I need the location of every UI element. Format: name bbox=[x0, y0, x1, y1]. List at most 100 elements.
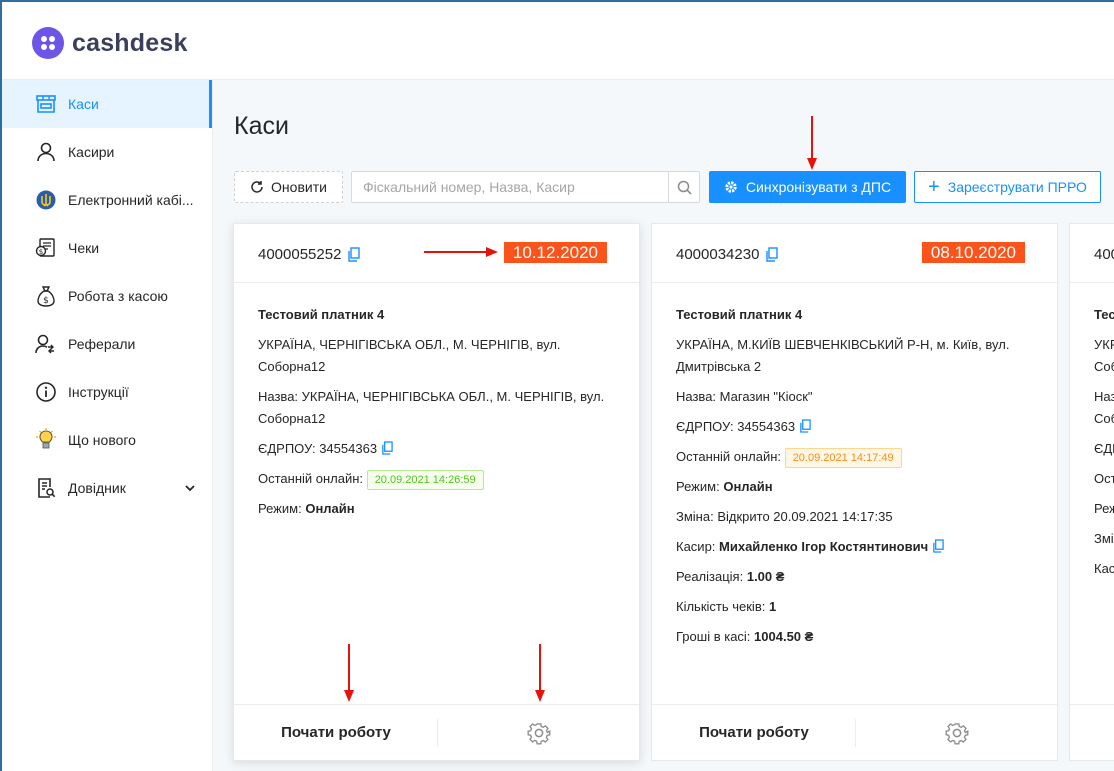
copy-icon[interactable] bbox=[347, 247, 361, 262]
mode-label: Режим: bbox=[258, 501, 302, 516]
cashier-label: Касир: bbox=[676, 539, 716, 554]
sidebar-item-referrals[interactable]: Реферали bbox=[2, 320, 212, 368]
search-input[interactable] bbox=[352, 172, 668, 202]
sidebar-item-cash-registers[interactable]: Каси bbox=[2, 80, 212, 128]
copy-icon[interactable] bbox=[765, 247, 779, 262]
sidebar-item-cash-operations[interactable]: $ Робота з касою bbox=[2, 272, 212, 320]
sidebar-item-whats-new[interactable]: Що нового bbox=[2, 416, 212, 464]
fiscal-number: 4000034230 bbox=[676, 246, 779, 263]
card-header: 4000034230 08.10.2020 bbox=[652, 224, 1057, 283]
name-row: Назва: Магазин "Кіоск" bbox=[676, 386, 1041, 408]
sidebar-item-instructions[interactable]: Інструкції bbox=[2, 368, 212, 416]
main-content: Каси Оновити Синхронізувати з ДПС + Заре… bbox=[213, 80, 1114, 771]
refresh-icon bbox=[251, 181, 263, 193]
cash-balance-value: 1004.50 ₴ bbox=[754, 629, 814, 644]
copy-icon[interactable] bbox=[932, 539, 944, 553]
name-value: Соб bbox=[1094, 411, 1114, 426]
cashier-value: Михайленко Ігор Костянтинович bbox=[719, 539, 929, 554]
sidebar-item-receipts[interactable]: $ Чеки bbox=[2, 224, 212, 272]
last-online-tag: 20.09.2021 14:26:59 bbox=[366, 469, 484, 490]
referral-icon bbox=[35, 333, 57, 355]
card-body: Тестовий платник 4 УКРАЇНА, М.КИЇВ ШЕВЧЕ… bbox=[676, 304, 1041, 656]
last-online-row: Останній онлайн: 20.09.2021 14:26:59 bbox=[258, 468, 623, 490]
address: УКРАЇНА, М.КИЇВ ШЕВЧЕНКІВСЬКИЙ Р-Н, м. К… bbox=[676, 337, 1010, 374]
logo-text: cashdesk bbox=[72, 28, 188, 57]
lightbulb-icon bbox=[35, 428, 57, 451]
address: УКРАЇНА, ЧЕРНІГІВСЬКА ОБЛ., М. ЧЕРНІГІВ,… bbox=[258, 337, 561, 374]
copy-icon[interactable] bbox=[799, 419, 811, 433]
edrpou-value: 34554363 bbox=[319, 441, 378, 456]
name-value: УКРАЇНА, ЧЕРНІГІВСЬКА ОБЛ., М. ЧЕРНІГІВ,… bbox=[258, 389, 605, 426]
cash-balance-row: Гроші в касі: 1004.50 ₴ bbox=[676, 626, 1041, 648]
sidebar-item-label: Що нового bbox=[68, 432, 136, 448]
sidebar-item-electronic-cabinet[interactable]: Електронний кабі... bbox=[2, 176, 212, 224]
fiscal-number: 4000055252 bbox=[258, 246, 361, 263]
last-online-label: Останній онлайн: bbox=[258, 471, 364, 486]
last-online-row: Останній онлайн: 20.09.2021 14:17:49 bbox=[676, 446, 1041, 468]
address-line: УКР bbox=[1094, 337, 1114, 352]
cash-register-card: 4000034230 08.10.2020 Тестовий платник 4… bbox=[651, 223, 1058, 761]
plus-icon: + bbox=[928, 176, 940, 198]
store-icon bbox=[35, 93, 57, 115]
start-work-button[interactable]: Почати роботу bbox=[652, 705, 856, 760]
settings-button[interactable] bbox=[438, 705, 639, 760]
receipts-count-row: Кількість чеків: 1 bbox=[676, 596, 1041, 618]
cash-register-card: 4000055252 10.12.2020 Тестовий платник 4… bbox=[233, 223, 640, 761]
shift-label: Зміна: bbox=[676, 509, 714, 524]
cash-register-card: 400 Тес УКР Соб Наз Соб ЄДР Ост Реж Змі Ка… bbox=[1069, 223, 1114, 761]
sales-row: Реалізація: 1.00 ₴ bbox=[676, 566, 1041, 588]
card-body: Тестовий платник 4 УКРАЇНА, ЧЕРНІГІВСЬКА… bbox=[258, 304, 623, 528]
user-icon bbox=[35, 141, 57, 163]
card-header: 400 bbox=[1070, 224, 1114, 283]
card-footer: Почати роботу bbox=[234, 704, 639, 760]
sync-with-tax-button[interactable]: Синхронізувати з ДПС bbox=[709, 171, 906, 203]
register-prro-button[interactable]: + Зареєструвати ПРРО bbox=[914, 171, 1101, 203]
settings-button[interactable] bbox=[856, 705, 1057, 760]
card-header: 4000055252 10.12.2020 bbox=[234, 224, 639, 283]
edrpou-row: ЄДРПОУ: 34554363 bbox=[258, 438, 623, 460]
sidebar-item-label: Каси bbox=[68, 96, 99, 112]
sync-label: Синхронізувати з ДПС bbox=[745, 179, 892, 195]
sidebar-item-label: Електронний кабі... bbox=[68, 192, 194, 208]
name-label: Наз bbox=[1094, 389, 1114, 404]
info-icon bbox=[35, 381, 57, 403]
name-label: Назва: bbox=[676, 389, 717, 404]
name-row: Наз Соб bbox=[1094, 386, 1114, 430]
refresh-button[interactable]: Оновити bbox=[234, 171, 343, 203]
card-body: Тес УКР Соб Наз Соб ЄДР Ост Реж Змі Кас bbox=[1094, 304, 1114, 588]
address: УКР Соб bbox=[1094, 334, 1114, 378]
receipts-count-label: Кількість чеків: bbox=[676, 599, 766, 614]
start-work-button[interactable]: Почати роботу bbox=[234, 705, 438, 760]
name-value: Магазин "Кіоск" bbox=[719, 389, 813, 404]
shift-value: Відкрито 20.09.2021 14:17:35 bbox=[717, 509, 893, 524]
sales-label: Реалізація: bbox=[676, 569, 744, 584]
card-footer: Почати роботу bbox=[652, 704, 1057, 760]
trident-icon bbox=[35, 189, 57, 211]
cash-balance-label: Гроші в касі: bbox=[676, 629, 751, 644]
mode-row: Режим: Онлайн bbox=[676, 476, 1041, 498]
mode-label: Режим: bbox=[676, 479, 720, 494]
payer-name: Тестовий платник 4 bbox=[258, 307, 385, 322]
last-online-tag: 20.09.2021 14:17:49 bbox=[784, 447, 902, 468]
edrpou-label: ЄДРПОУ: bbox=[258, 441, 316, 456]
page-title: Каси bbox=[234, 112, 289, 140]
fiscal-number-value: 4000034230 bbox=[676, 246, 760, 263]
mode-row: Режим: Онлайн bbox=[258, 498, 623, 520]
sidebar-item-cashiers[interactable]: Касири bbox=[2, 128, 212, 176]
registration-date-badge: 10.12.2020 bbox=[503, 242, 607, 263]
app-logo[interactable]: cashdesk bbox=[32, 27, 188, 59]
sidebar: Каси Касири Електронний кабі... $ Чеки $… bbox=[2, 80, 213, 771]
svg-text:$: $ bbox=[43, 296, 49, 306]
address-line: Соб bbox=[1094, 359, 1114, 374]
card-footer bbox=[1070, 704, 1114, 760]
last-online-label: Останній онлайн: bbox=[676, 449, 782, 464]
copy-icon[interactable] bbox=[381, 441, 393, 455]
search-button[interactable] bbox=[668, 172, 699, 202]
registration-date-badge: 08.10.2020 bbox=[921, 242, 1025, 263]
chevron-down-icon[interactable] bbox=[184, 481, 196, 499]
sidebar-item-reference[interactable]: Довідник bbox=[2, 464, 212, 512]
mode-value: Онлайн bbox=[305, 501, 355, 516]
logo-icon bbox=[32, 27, 64, 59]
money-bag-icon: $ bbox=[35, 285, 57, 307]
name-row: Назва: УКРАЇНА, ЧЕРНІГІВСЬКА ОБЛ., М. ЧЕ… bbox=[258, 386, 623, 430]
